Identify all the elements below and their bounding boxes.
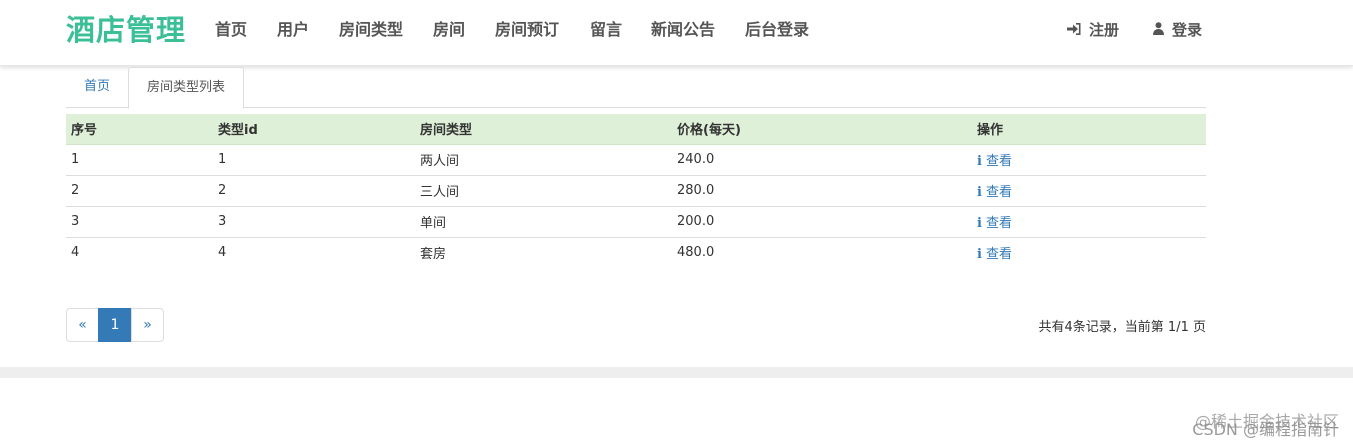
table-row: 3 3 单间 200.0 i 查看: [66, 205, 1206, 237]
view-button[interactable]: i 查看: [977, 247, 1012, 262]
sign-in-icon: [1067, 21, 1081, 43]
register-label: 注册: [1089, 21, 1120, 39]
nav-admin-login[interactable]: 后台登录: [745, 19, 809, 41]
cell-actions: i 查看: [972, 205, 1206, 237]
cell-seq: 4: [66, 236, 213, 268]
cell-seq: 1: [66, 143, 213, 175]
pagination: « 1 »: [66, 308, 164, 342]
watermark-line2: CSDN @编程指南针: [1192, 420, 1339, 439]
header-type-id: 类型id: [213, 114, 415, 145]
cell-type-id: 2: [213, 174, 415, 206]
nav-users[interactable]: 用户: [277, 19, 309, 41]
header-actions: 操作: [972, 114, 1206, 145]
cell-seq: 3: [66, 205, 213, 237]
register-link[interactable]: 注册: [1067, 19, 1119, 43]
cell-room-type: 三人间: [415, 174, 672, 206]
table-row: 4 4 套房 480.0 i 查看: [66, 236, 1206, 268]
header-seq: 序号: [66, 114, 213, 145]
info-icon: i: [977, 185, 982, 200]
cell-actions: i 查看: [972, 236, 1206, 268]
header-price: 价格(每天): [672, 114, 972, 145]
nav-room-booking[interactable]: 房间预订: [495, 19, 559, 41]
nav-messages[interactable]: 留言: [590, 19, 622, 41]
cell-price: 200.0: [672, 205, 972, 237]
user-icon: [1153, 21, 1164, 43]
page-1-button[interactable]: 1: [98, 308, 132, 342]
cell-price: 280.0: [672, 174, 972, 206]
cell-room-type: 单间: [415, 205, 672, 237]
cell-price: 240.0: [672, 143, 972, 175]
cell-seq: 2: [66, 174, 213, 206]
cell-type-id: 3: [213, 205, 415, 237]
login-label: 登录: [1172, 21, 1203, 39]
table-header-row: 序号 类型id 房间类型 价格(每天) 操作: [66, 114, 1206, 145]
view-button[interactable]: i 查看: [977, 185, 1012, 200]
cell-price: 480.0: [672, 236, 972, 268]
cell-actions: i 查看: [972, 174, 1206, 206]
view-button[interactable]: i 查看: [977, 154, 1012, 169]
table-row: 2 2 三人间 280.0 i 查看: [66, 174, 1206, 206]
login-link[interactable]: 登录: [1153, 19, 1202, 43]
view-button[interactable]: i 查看: [977, 216, 1012, 231]
view-label: 查看: [985, 247, 1012, 263]
top-navbar: 酒店管理 首页 用户 房间类型 房间 房间预订 留言 新闻公告 后台登录 注册 …: [0, 0, 1353, 66]
nav-news[interactable]: 新闻公告: [651, 19, 715, 41]
brand-logo[interactable]: 酒店管理: [66, 12, 186, 48]
cell-room-type: 两人间: [415, 143, 672, 175]
header-room-type: 房间类型: [415, 114, 672, 145]
nav-room-types[interactable]: 房间类型: [339, 19, 403, 41]
footer-divider: [0, 367, 1353, 378]
tab-home[interactable]: 首页: [66, 67, 128, 108]
view-label: 查看: [985, 185, 1012, 200]
view-label: 查看: [985, 154, 1012, 169]
prev-page-button[interactable]: «: [66, 308, 99, 342]
cell-type-id: 1: [213, 143, 415, 175]
tab-room-type-list[interactable]: 房间类型列表: [128, 67, 244, 109]
nav-rooms[interactable]: 房间: [433, 19, 465, 41]
cell-actions: i 查看: [972, 143, 1206, 175]
cell-room-type: 套房: [415, 236, 672, 268]
nav-home[interactable]: 首页: [215, 19, 247, 41]
page-info: 共有4条记录，当前第 1/1 页: [1038, 320, 1206, 335]
info-icon: i: [977, 154, 982, 169]
next-page-button[interactable]: »: [131, 308, 164, 342]
view-label: 查看: [985, 216, 1012, 231]
info-icon: i: [977, 216, 982, 231]
room-type-table: 序号 类型id 房间类型 价格(每天) 操作 1 1 两人间 240.0 i 查看…: [66, 114, 1206, 268]
info-icon: i: [977, 247, 982, 263]
breadcrumb-tabs: 首页 房间类型列表: [66, 67, 1206, 109]
table-row: 1 1 两人间 240.0 i 查看: [66, 143, 1206, 175]
cell-type-id: 4: [213, 236, 415, 268]
